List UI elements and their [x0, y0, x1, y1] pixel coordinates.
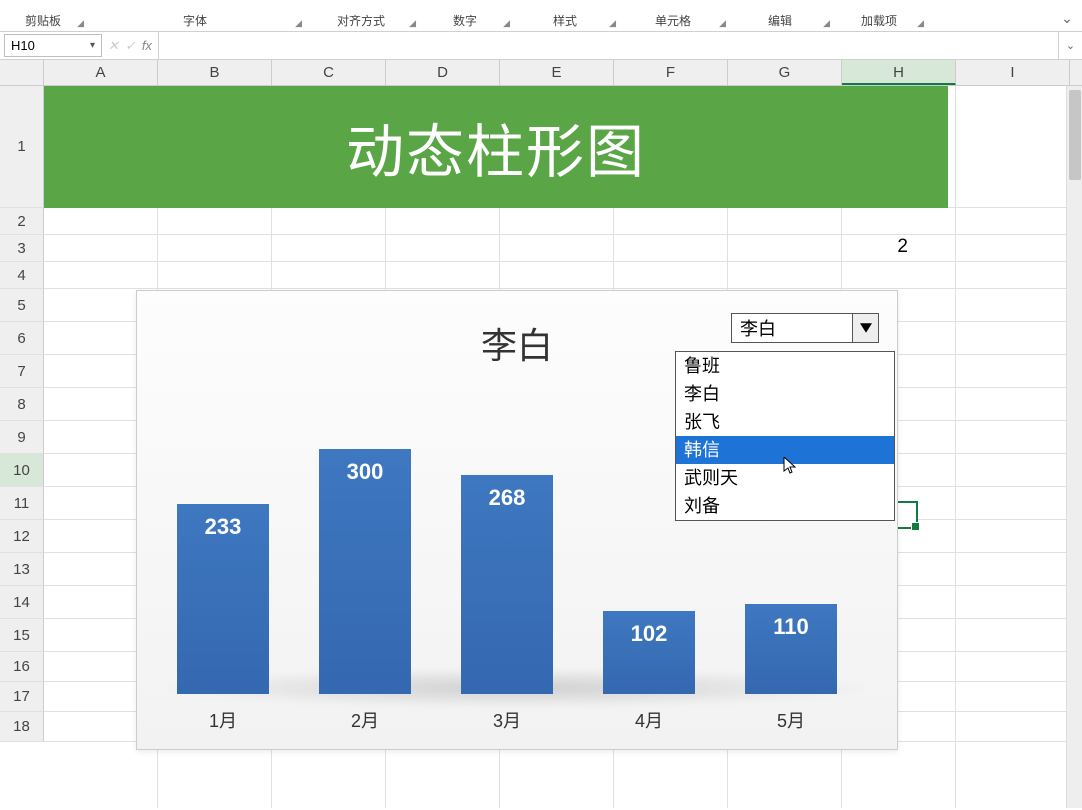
dialog-launcher-icon[interactable]: ◢: [503, 18, 510, 29]
select-all-corner[interactable]: [0, 60, 44, 85]
name-box[interactable]: H10 ▾: [4, 34, 102, 57]
row-header[interactable]: 15: [0, 619, 44, 652]
ribbon-group[interactable]: 对齐方式 ◢: [304, 12, 418, 31]
x-axis-label: 1月: [177, 707, 269, 733]
column-header[interactable]: G: [728, 60, 842, 85]
ribbon-group[interactable]: 加载项 ◢: [832, 12, 926, 31]
column-header[interactable]: H: [842, 60, 956, 85]
chart-bar[interactable]: 268: [461, 475, 553, 694]
column-header[interactable]: A: [44, 60, 158, 85]
ribbon-group-label: 对齐方式: [337, 14, 385, 28]
grid: 123456789101112131415161718 动态柱形图 2 李白 李…: [0, 86, 1082, 808]
row-header[interactable]: 5: [0, 289, 44, 322]
ribbon-group[interactable]: 样式 ◢: [512, 12, 618, 31]
dialog-launcher-icon[interactable]: ◢: [409, 18, 416, 29]
ribbon-group[interactable]: 剪贴板 ◢: [0, 12, 86, 31]
ribbon-group-label: 字体: [183, 14, 207, 28]
chevron-down-icon[interactable]: ▾: [90, 40, 95, 51]
row-header[interactable]: 7: [0, 355, 44, 388]
cancel-icon[interactable]: ✕: [108, 38, 119, 54]
ribbon-group[interactable]: 字体 ◢: [86, 12, 304, 31]
row-header[interactable]: 1: [0, 86, 44, 208]
column-header[interactable]: I: [956, 60, 1070, 85]
column-header[interactable]: F: [614, 60, 728, 85]
row-header[interactable]: 14: [0, 586, 44, 619]
row-header[interactable]: 3: [0, 235, 44, 262]
ribbon-group-label: 样式: [553, 14, 577, 28]
ribbon-group-label: 数字: [453, 14, 477, 28]
bar-value: 102: [631, 621, 668, 647]
bar-value: 233: [205, 514, 242, 540]
title-banner: 动态柱形图: [44, 86, 948, 208]
row-headers: 123456789101112131415161718: [0, 86, 44, 742]
row-header[interactable]: 12: [0, 520, 44, 553]
row-header[interactable]: 8: [0, 388, 44, 421]
row-header[interactable]: 2: [0, 208, 44, 235]
ribbon-group-label: 加载项: [861, 14, 897, 28]
row-header[interactable]: 10: [0, 454, 44, 487]
dropdown-arrow-button[interactable]: [852, 314, 878, 342]
row-header[interactable]: 17: [0, 682, 44, 712]
row-header[interactable]: 11: [0, 487, 44, 520]
row-header[interactable]: 9: [0, 421, 44, 454]
column-header[interactable]: C: [272, 60, 386, 85]
ribbon-group-label: 单元格: [655, 14, 691, 28]
chart-bar[interactable]: 300: [319, 449, 411, 694]
fx-icon[interactable]: fx: [142, 38, 152, 53]
formula-input[interactable]: [159, 32, 1058, 59]
x-axis-label: 3月: [461, 707, 553, 733]
x-axis-label: 2月: [319, 707, 411, 733]
name-box-value: H10: [11, 38, 35, 53]
dropdown-selected: 李白: [732, 315, 852, 341]
column-header[interactable]: B: [158, 60, 272, 85]
column-header[interactable]: D: [386, 60, 500, 85]
row-header[interactable]: 16: [0, 652, 44, 682]
column-headers: ABCDEFGHI: [0, 60, 1082, 86]
column-header[interactable]: E: [500, 60, 614, 85]
dropdown-option[interactable]: 鲁班: [676, 352, 894, 380]
dialog-launcher-icon[interactable]: ◢: [295, 18, 302, 29]
triangle-down-icon: [860, 323, 872, 333]
banner-title: 动态柱形图: [346, 105, 646, 189]
series-dropdown[interactable]: 李白: [731, 313, 879, 343]
row-header[interactable]: 18: [0, 712, 44, 742]
ribbon-group-label: 编辑: [768, 14, 792, 28]
ribbon-collapse-icon[interactable]: ⌄: [1052, 10, 1082, 31]
cell-h3: 2: [804, 234, 914, 260]
accept-icon[interactable]: ✓: [125, 38, 136, 54]
row-header[interactable]: 6: [0, 322, 44, 355]
row-header[interactable]: 4: [0, 262, 44, 289]
ribbon-group[interactable]: 数字 ◢: [418, 12, 512, 31]
ribbon-group[interactable]: 单元格 ◢: [618, 12, 728, 31]
ribbon-group[interactable]: 编辑 ◢: [728, 12, 832, 31]
bar-value: 300: [347, 459, 384, 485]
chart-bar[interactable]: 110: [745, 604, 837, 694]
formula-bar: H10 ▾ ✕ ✓ fx ⌄: [0, 32, 1082, 60]
bar-value: 110: [773, 614, 809, 640]
ribbon: 剪贴板 ◢ 字体 ◢ 对齐方式 ◢ 数字 ◢ 样式 ◢ 单元格 ◢ 编辑 ◢ 加载项 ◢ ⌄: [0, 0, 1082, 32]
dialog-launcher-icon[interactable]: ◢: [823, 18, 830, 29]
chart-bar[interactable]: 233: [177, 504, 269, 694]
bar-value: 268: [489, 485, 526, 511]
chart-plot-area: 233 300 268 102 110: [167, 401, 867, 694]
vertical-scrollbar[interactable]: [1066, 86, 1082, 808]
chart-bar[interactable]: 102: [603, 611, 695, 694]
x-axis-label: 5月: [745, 707, 837, 733]
dialog-launcher-icon[interactable]: ◢: [719, 18, 726, 29]
formula-buttons: ✕ ✓ fx: [102, 32, 159, 59]
ribbon-group-label: 剪贴板: [25, 14, 61, 28]
row-header[interactable]: 13: [0, 553, 44, 586]
x-axis-label: 4月: [603, 707, 695, 733]
dialog-launcher-icon[interactable]: ◢: [917, 18, 924, 29]
formula-expand-icon[interactable]: ⌄: [1058, 32, 1082, 59]
scrollbar-thumb[interactable]: [1069, 90, 1081, 180]
dialog-launcher-icon[interactable]: ◢: [609, 18, 616, 29]
dialog-launcher-icon[interactable]: ◢: [77, 18, 84, 29]
chart[interactable]: 李白 李白 鲁班李白张飞韩信武则天刘备 233300268102110 1月2月…: [136, 290, 898, 750]
